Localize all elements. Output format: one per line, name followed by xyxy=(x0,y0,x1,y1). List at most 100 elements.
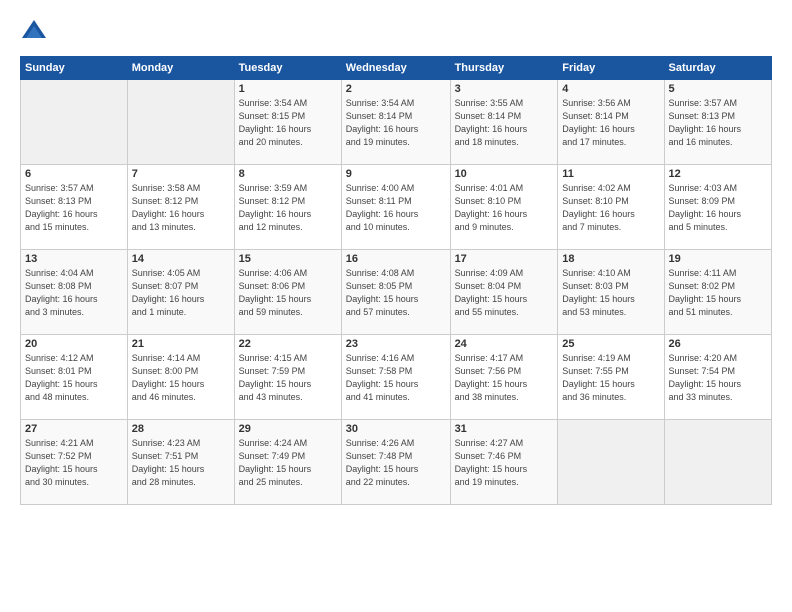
day-cell: 27 Sunrise: 4:21 AM Sunset: 7:52 PM Dayli… xyxy=(21,420,128,505)
header-sunday: Sunday xyxy=(21,57,128,80)
day-number: 5 xyxy=(669,83,767,95)
day-cell: 22Sunrise: 4:15 AM Sunset: 7:59 PM Dayli… xyxy=(234,335,341,420)
day-number: 29 xyxy=(239,423,337,435)
day-number: 26 xyxy=(669,338,767,350)
day-info: Sunrise: 4:21 AM Sunset: 7:52 PM Dayligh… xyxy=(25,437,123,489)
header-monday: Monday xyxy=(127,57,234,80)
day-number: 8 xyxy=(239,168,337,180)
day-info: Sunrise: 4:08 AM Sunset: 8:05 PM Dayligh… xyxy=(346,267,446,319)
day-info: Sunrise: 3:58 AM Sunset: 8:12 PM Dayligh… xyxy=(132,182,230,234)
day-number: 31 xyxy=(455,423,554,435)
day-cell: 17 Sunrise: 4:09 AM Sunset: 8:04 PM Dayli… xyxy=(450,250,558,335)
day-number: 9 xyxy=(346,168,446,180)
day-number: 1 xyxy=(239,83,337,95)
day-info: Sunrise: 4:20 AM Sunset: 7:54 PM Dayligh… xyxy=(669,352,767,404)
day-info: Sunrise: 3:54 AM Sunset: 8:14 PM Dayligh… xyxy=(346,97,446,149)
day-cell: 23Sunrise: 4:16 AM Sunset: 7:58 PM Dayli… xyxy=(341,335,450,420)
day-cell: 13 Sunrise: 4:04 AM Sunset: 8:08 PM Dayli… xyxy=(21,250,128,335)
day-info: Sunrise: 3:56 AM Sunset: 8:14 PM Dayligh… xyxy=(562,97,659,149)
day-cell: 16 Sunrise: 4:08 AM Sunset: 8:05 PM Dayli… xyxy=(341,250,450,335)
day-number: 3 xyxy=(455,83,554,95)
day-cell: 20 Sunrise: 4:12 AM Sunset: 8:01 PM Dayli… xyxy=(21,335,128,420)
day-number: 17 xyxy=(455,253,554,265)
day-number: 16 xyxy=(346,253,446,265)
day-cell: 7 Sunrise: 3:58 AM Sunset: 8:12 PM Daylig… xyxy=(127,165,234,250)
day-cell: 19 Sunrise: 4:11 AM Sunset: 8:02 PM Dayli… xyxy=(664,250,771,335)
day-cell xyxy=(558,420,664,505)
week-row-2: 13 Sunrise: 4:04 AM Sunset: 8:08 PM Dayli… xyxy=(21,250,772,335)
day-info: Sunrise: 4:19 AM Sunset: 7:55 PM Dayligh… xyxy=(562,352,659,404)
day-info: Sunrise: 4:06 AM Sunset: 8:06 PM Dayligh… xyxy=(239,267,337,319)
day-cell: 9Sunrise: 4:00 AM Sunset: 8:11 PM Daylig… xyxy=(341,165,450,250)
day-cell: 18Sunrise: 4:10 AM Sunset: 8:03 PM Dayli… xyxy=(558,250,664,335)
day-cell: 21Sunrise: 4:14 AM Sunset: 8:00 PM Dayli… xyxy=(127,335,234,420)
day-number: 27 xyxy=(25,423,123,435)
day-cell: 24 Sunrise: 4:17 AM Sunset: 7:56 PM Dayli… xyxy=(450,335,558,420)
header-row: Sunday Monday Tuesday Wednesday Thursday… xyxy=(21,57,772,80)
day-cell: 30 Sunrise: 4:26 AM Sunset: 7:48 PM Dayli… xyxy=(341,420,450,505)
day-info: Sunrise: 3:54 AM Sunset: 8:15 PM Dayligh… xyxy=(239,97,337,149)
day-cell: 6Sunrise: 3:57 AM Sunset: 8:13 PM Daylig… xyxy=(21,165,128,250)
week-row-0: 1 Sunrise: 3:54 AM Sunset: 8:15 PM Daylig… xyxy=(21,80,772,165)
day-number: 24 xyxy=(455,338,554,350)
header-wednesday: Wednesday xyxy=(341,57,450,80)
day-info: Sunrise: 4:09 AM Sunset: 8:04 PM Dayligh… xyxy=(455,267,554,319)
day-cell: 3 Sunrise: 3:55 AM Sunset: 8:14 PM Daylig… xyxy=(450,80,558,165)
calendar: Sunday Monday Tuesday Wednesday Thursday… xyxy=(20,56,772,505)
day-info: Sunrise: 3:57 AM Sunset: 8:13 PM Dayligh… xyxy=(669,97,767,149)
day-cell xyxy=(21,80,128,165)
day-number: 19 xyxy=(669,253,767,265)
header xyxy=(20,18,772,46)
day-cell: 25 Sunrise: 4:19 AM Sunset: 7:55 PM Dayli… xyxy=(558,335,664,420)
day-info: Sunrise: 4:24 AM Sunset: 7:49 PM Dayligh… xyxy=(239,437,337,489)
day-info: Sunrise: 4:04 AM Sunset: 8:08 PM Dayligh… xyxy=(25,267,123,319)
day-cell: 29 Sunrise: 4:24 AM Sunset: 7:49 PM Dayli… xyxy=(234,420,341,505)
day-cell: 1 Sunrise: 3:54 AM Sunset: 8:15 PM Daylig… xyxy=(234,80,341,165)
day-info: Sunrise: 4:12 AM Sunset: 8:01 PM Dayligh… xyxy=(25,352,123,404)
day-number: 18 xyxy=(562,253,659,265)
day-cell: 5 Sunrise: 3:57 AM Sunset: 8:13 PM Daylig… xyxy=(664,80,771,165)
header-tuesday: Tuesday xyxy=(234,57,341,80)
header-friday: Friday xyxy=(558,57,664,80)
day-cell: 2 Sunrise: 3:54 AM Sunset: 8:14 PM Daylig… xyxy=(341,80,450,165)
day-number: 20 xyxy=(25,338,123,350)
day-number: 4 xyxy=(562,83,659,95)
week-row-1: 6Sunrise: 3:57 AM Sunset: 8:13 PM Daylig… xyxy=(21,165,772,250)
logo-icon xyxy=(20,18,48,46)
day-info: Sunrise: 3:55 AM Sunset: 8:14 PM Dayligh… xyxy=(455,97,554,149)
day-cell: 11Sunrise: 4:02 AM Sunset: 8:10 PM Dayli… xyxy=(558,165,664,250)
day-info: Sunrise: 4:11 AM Sunset: 8:02 PM Dayligh… xyxy=(669,267,767,319)
day-cell: 10 Sunrise: 4:01 AM Sunset: 8:10 PM Dayli… xyxy=(450,165,558,250)
day-info: Sunrise: 4:27 AM Sunset: 7:46 PM Dayligh… xyxy=(455,437,554,489)
logo xyxy=(20,18,52,46)
day-number: 22 xyxy=(239,338,337,350)
day-number: 14 xyxy=(132,253,230,265)
day-number: 13 xyxy=(25,253,123,265)
day-info: Sunrise: 4:14 AM Sunset: 8:00 PM Dayligh… xyxy=(132,352,230,404)
day-cell: 31 Sunrise: 4:27 AM Sunset: 7:46 PM Dayli… xyxy=(450,420,558,505)
header-saturday: Saturday xyxy=(664,57,771,80)
week-row-4: 27 Sunrise: 4:21 AM Sunset: 7:52 PM Dayli… xyxy=(21,420,772,505)
day-cell: 26 Sunrise: 4:20 AM Sunset: 7:54 PM Dayli… xyxy=(664,335,771,420)
day-cell: 15 Sunrise: 4:06 AM Sunset: 8:06 PM Dayli… xyxy=(234,250,341,335)
day-cell: 14 Sunrise: 4:05 AM Sunset: 8:07 PM Dayli… xyxy=(127,250,234,335)
week-row-3: 20 Sunrise: 4:12 AM Sunset: 8:01 PM Dayli… xyxy=(21,335,772,420)
day-info: Sunrise: 4:01 AM Sunset: 8:10 PM Dayligh… xyxy=(455,182,554,234)
day-number: 15 xyxy=(239,253,337,265)
day-number: 7 xyxy=(132,168,230,180)
day-number: 10 xyxy=(455,168,554,180)
day-info: Sunrise: 4:17 AM Sunset: 7:56 PM Dayligh… xyxy=(455,352,554,404)
day-cell: 12Sunrise: 4:03 AM Sunset: 8:09 PM Dayli… xyxy=(664,165,771,250)
day-info: Sunrise: 4:05 AM Sunset: 8:07 PM Dayligh… xyxy=(132,267,230,319)
day-number: 30 xyxy=(346,423,446,435)
day-number: 23 xyxy=(346,338,446,350)
day-number: 6 xyxy=(25,168,123,180)
day-number: 28 xyxy=(132,423,230,435)
day-number: 2 xyxy=(346,83,446,95)
day-cell xyxy=(664,420,771,505)
day-info: Sunrise: 4:26 AM Sunset: 7:48 PM Dayligh… xyxy=(346,437,446,489)
day-number: 12 xyxy=(669,168,767,180)
day-number: 25 xyxy=(562,338,659,350)
day-info: Sunrise: 3:59 AM Sunset: 8:12 PM Dayligh… xyxy=(239,182,337,234)
day-info: Sunrise: 4:23 AM Sunset: 7:51 PM Dayligh… xyxy=(132,437,230,489)
